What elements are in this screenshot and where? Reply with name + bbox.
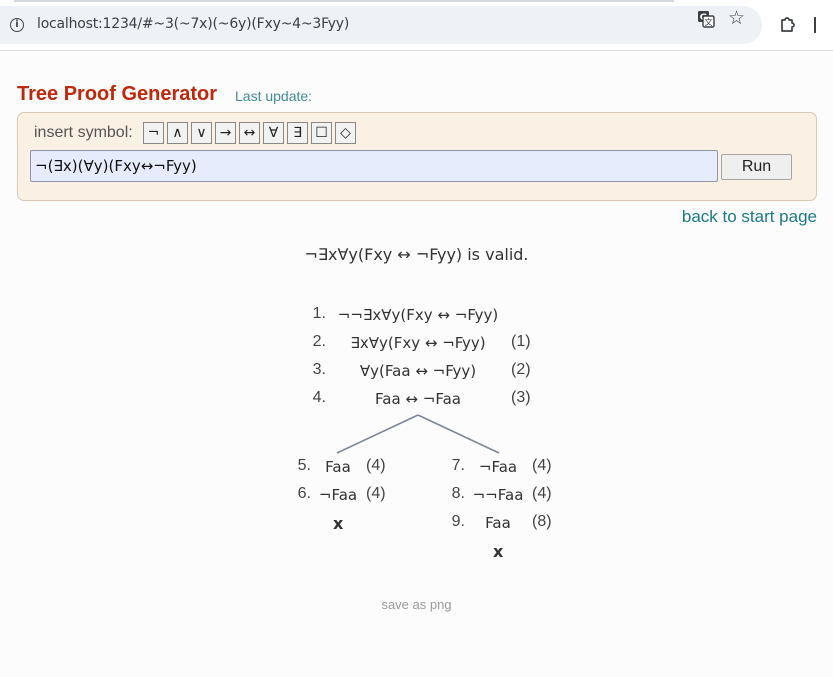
tree-formula: ¬Faa — [478, 458, 518, 476]
tree-reference: (4) — [532, 457, 552, 474]
closed-branch-mark: x — [493, 542, 504, 561]
line-number: 9. — [451, 513, 465, 530]
tree-reference: (4) — [366, 457, 386, 474]
line-number: 7. — [451, 457, 465, 474]
left-branch-line — [336, 414, 419, 454]
tree-reference: (4) — [532, 485, 552, 502]
tree-formula: ¬Faa — [318, 486, 358, 504]
tree-formula: Faa — [485, 514, 511, 532]
line-number: 5. — [297, 457, 311, 474]
tree-reference: (8) — [532, 513, 552, 530]
tree-formula: ¬¬Faa — [472, 486, 524, 504]
tree-formula: Faa — [325, 458, 351, 476]
line-number: 6. — [297, 485, 311, 502]
right-branch-line — [417, 414, 500, 454]
save-as-png-link[interactable]: save as png — [0, 597, 833, 612]
line-number: 8. — [451, 485, 465, 502]
tree-reference: (4) — [366, 485, 386, 502]
branch-lines — [336, 414, 500, 454]
closed-branch-mark: x — [333, 514, 344, 533]
